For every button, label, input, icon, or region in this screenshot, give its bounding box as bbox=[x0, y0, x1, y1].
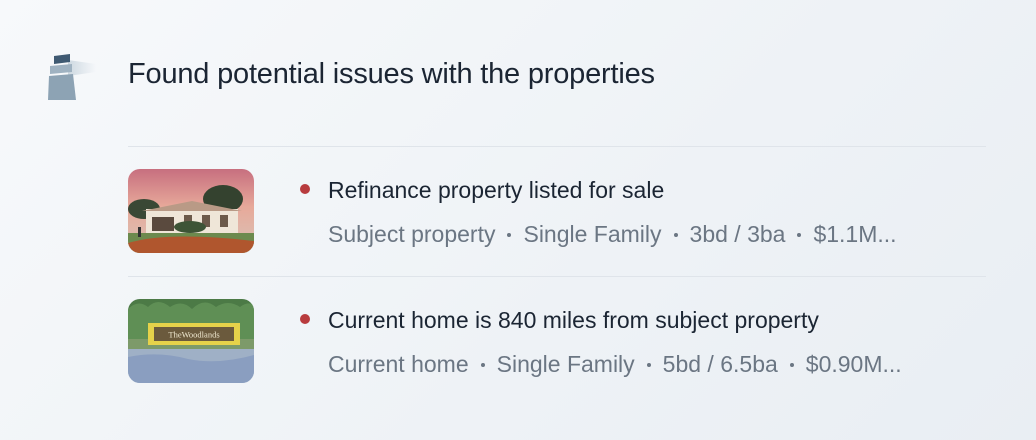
divider bbox=[128, 276, 986, 277]
separator-dot bbox=[507, 232, 512, 237]
lighthouse-logo-icon bbox=[46, 52, 98, 102]
property-beds-baths: 5bd / 6.5ba bbox=[662, 351, 778, 377]
property-value: $1.1M... bbox=[813, 221, 897, 247]
separator-dot bbox=[673, 232, 678, 237]
property-beds-baths: 3bd / 3ba bbox=[689, 221, 786, 247]
separator-dot bbox=[789, 362, 794, 367]
issue-title: Current home is 840 miles from subject p… bbox=[328, 307, 819, 333]
issue-row-distance[interactable]: TheWoodlands Current home is 840 miles f… bbox=[128, 299, 986, 385]
property-role: Current home bbox=[328, 351, 469, 377]
separator-dot bbox=[480, 362, 485, 367]
property-thumbnail bbox=[128, 169, 254, 253]
property-thumbnail: TheWoodlands bbox=[128, 299, 254, 383]
property-type: Single Family bbox=[496, 351, 635, 377]
sign-text: TheWoodlands bbox=[168, 330, 219, 340]
issue-meta: Current home Single Family 5bd / 6.5ba $… bbox=[328, 351, 902, 378]
alert-dot-icon bbox=[300, 184, 310, 194]
issue-title: Refinance property listed for sale bbox=[328, 177, 665, 203]
property-value: $0.90M... bbox=[805, 351, 902, 377]
issue-meta: Subject property Single Family 3bd / 3ba… bbox=[328, 221, 897, 248]
page-title: Found potential issues with the properti… bbox=[128, 58, 655, 90]
separator-dot bbox=[797, 232, 802, 237]
issue-row-refinance[interactable]: Refinance property listed for sale Subje… bbox=[128, 169, 986, 255]
separator-dot bbox=[646, 362, 651, 367]
divider bbox=[128, 146, 986, 147]
alert-dot-icon bbox=[300, 314, 310, 324]
property-role: Subject property bbox=[328, 221, 496, 247]
property-type: Single Family bbox=[523, 221, 662, 247]
